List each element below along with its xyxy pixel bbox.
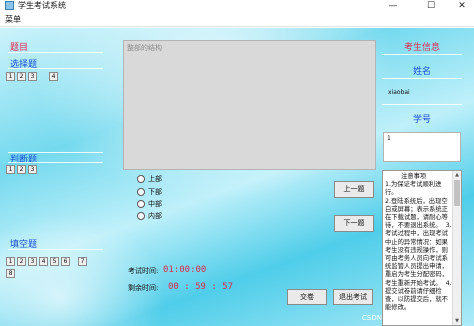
fill-question-button[interactable]: 3 [28, 257, 37, 266]
radio-button[interactable] [137, 212, 145, 220]
menu-item-main[interactable]: 菜单 [5, 14, 21, 25]
option-c[interactable]: 中部 [137, 200, 162, 209]
minimize-icon[interactable]: — [382, 0, 404, 12]
choice-question-button[interactable]: 2 [17, 72, 26, 81]
radio-button[interactable] [137, 188, 145, 196]
option-label: 内部 [148, 212, 162, 220]
radio-button[interactable] [137, 200, 145, 208]
submit-exam-button[interactable]: 交卷 [287, 289, 327, 305]
divider [8, 68, 103, 69]
prev-question-button[interactable]: 上一题 [334, 181, 374, 198]
remaining-time-label: 剩余时间: [128, 284, 159, 292]
scroll-thumb[interactable] [454, 180, 460, 206]
fill-question-button[interactable]: 6 [61, 257, 70, 266]
maximize-icon[interactable]: ☐ [420, 0, 442, 12]
divider [8, 249, 103, 250]
scroll-down-icon[interactable]: ▼ [453, 317, 461, 325]
divider [382, 54, 462, 55]
option-label: 下部 [148, 188, 162, 196]
judge-question-button[interactable]: 2 [17, 165, 26, 174]
judge-question-button[interactable]: 1 [6, 165, 15, 174]
fill-question-button[interactable]: 1 [6, 257, 15, 266]
notice-scrollbar[interactable]: ▲ ▼ [452, 171, 461, 325]
divider [8, 52, 103, 53]
option-label: 中部 [148, 200, 162, 208]
name-label: 姓名 [412, 67, 431, 77]
scroll-up-icon[interactable]: ▲ [453, 171, 461, 179]
watermark: CSDN @byezuoinvip [362, 314, 434, 322]
exam-time-value: 01:00:00 [163, 265, 207, 275]
fill-question-button[interactable]: 2 [17, 257, 26, 266]
choice-question-button[interactable]: 4 [49, 72, 58, 81]
divider [382, 78, 462, 79]
student-name-value: xiaobai [388, 89, 410, 96]
option-a[interactable]: 上部 [137, 175, 162, 184]
exam-notice-box[interactable]: 注意事项 1.为保证考试顺利进行。 2.登陆系统后，出现空白或屏幕；表示系统正在… [382, 170, 462, 326]
title-bar: 学生考试系统 — ☐ ✕ [0, 0, 474, 12]
remaining-time-value: 00 : 59 : 57 [168, 282, 234, 292]
judge-question-button[interactable]: 3 [28, 165, 37, 174]
question-stem-box[interactable]: 整部的结构 [123, 40, 376, 170]
fill-question-button[interactable]: 5 [50, 257, 59, 266]
app-icon [5, 1, 14, 10]
exam-client-area: 题目 选择题 1 2 3 4 判断题 1 2 3 填空题 1 2 3 4 5 6… [0, 28, 474, 326]
exit-exam-button[interactable]: 退出考试 [333, 289, 373, 305]
fill-question-button[interactable]: 4 [39, 257, 48, 266]
divider [382, 104, 462, 105]
exam-notice-text: 注意事项 1.为保证考试顺利进行。 2.登陆系统后，出现空白或屏幕；表示系统正在… [385, 173, 452, 312]
option-d[interactable]: 内部 [137, 212, 162, 221]
id-label: 学号 [412, 115, 431, 125]
divider [8, 162, 103, 163]
student-id-field[interactable]: 1 [383, 132, 461, 162]
radio-button[interactable] [137, 175, 145, 183]
menu-bar: 菜单 [0, 12, 474, 27]
judge-section-title: 判断题 [10, 155, 38, 165]
fill-question-button[interactable]: 7 [78, 257, 87, 266]
option-b[interactable]: 下部 [137, 188, 162, 197]
window-title: 学生考试系统 [18, 1, 66, 10]
choice-question-button[interactable]: 3 [28, 72, 37, 81]
close-icon[interactable]: ✕ [451, 0, 473, 12]
option-label: 上部 [148, 175, 162, 183]
next-question-button[interactable]: 下一题 [334, 215, 374, 232]
student-info-title: 考生信息 [403, 43, 440, 53]
exam-time-label: 考试时间: [128, 267, 159, 275]
fill-question-button[interactable]: 8 [6, 269, 15, 278]
choice-question-button[interactable]: 1 [6, 72, 15, 81]
